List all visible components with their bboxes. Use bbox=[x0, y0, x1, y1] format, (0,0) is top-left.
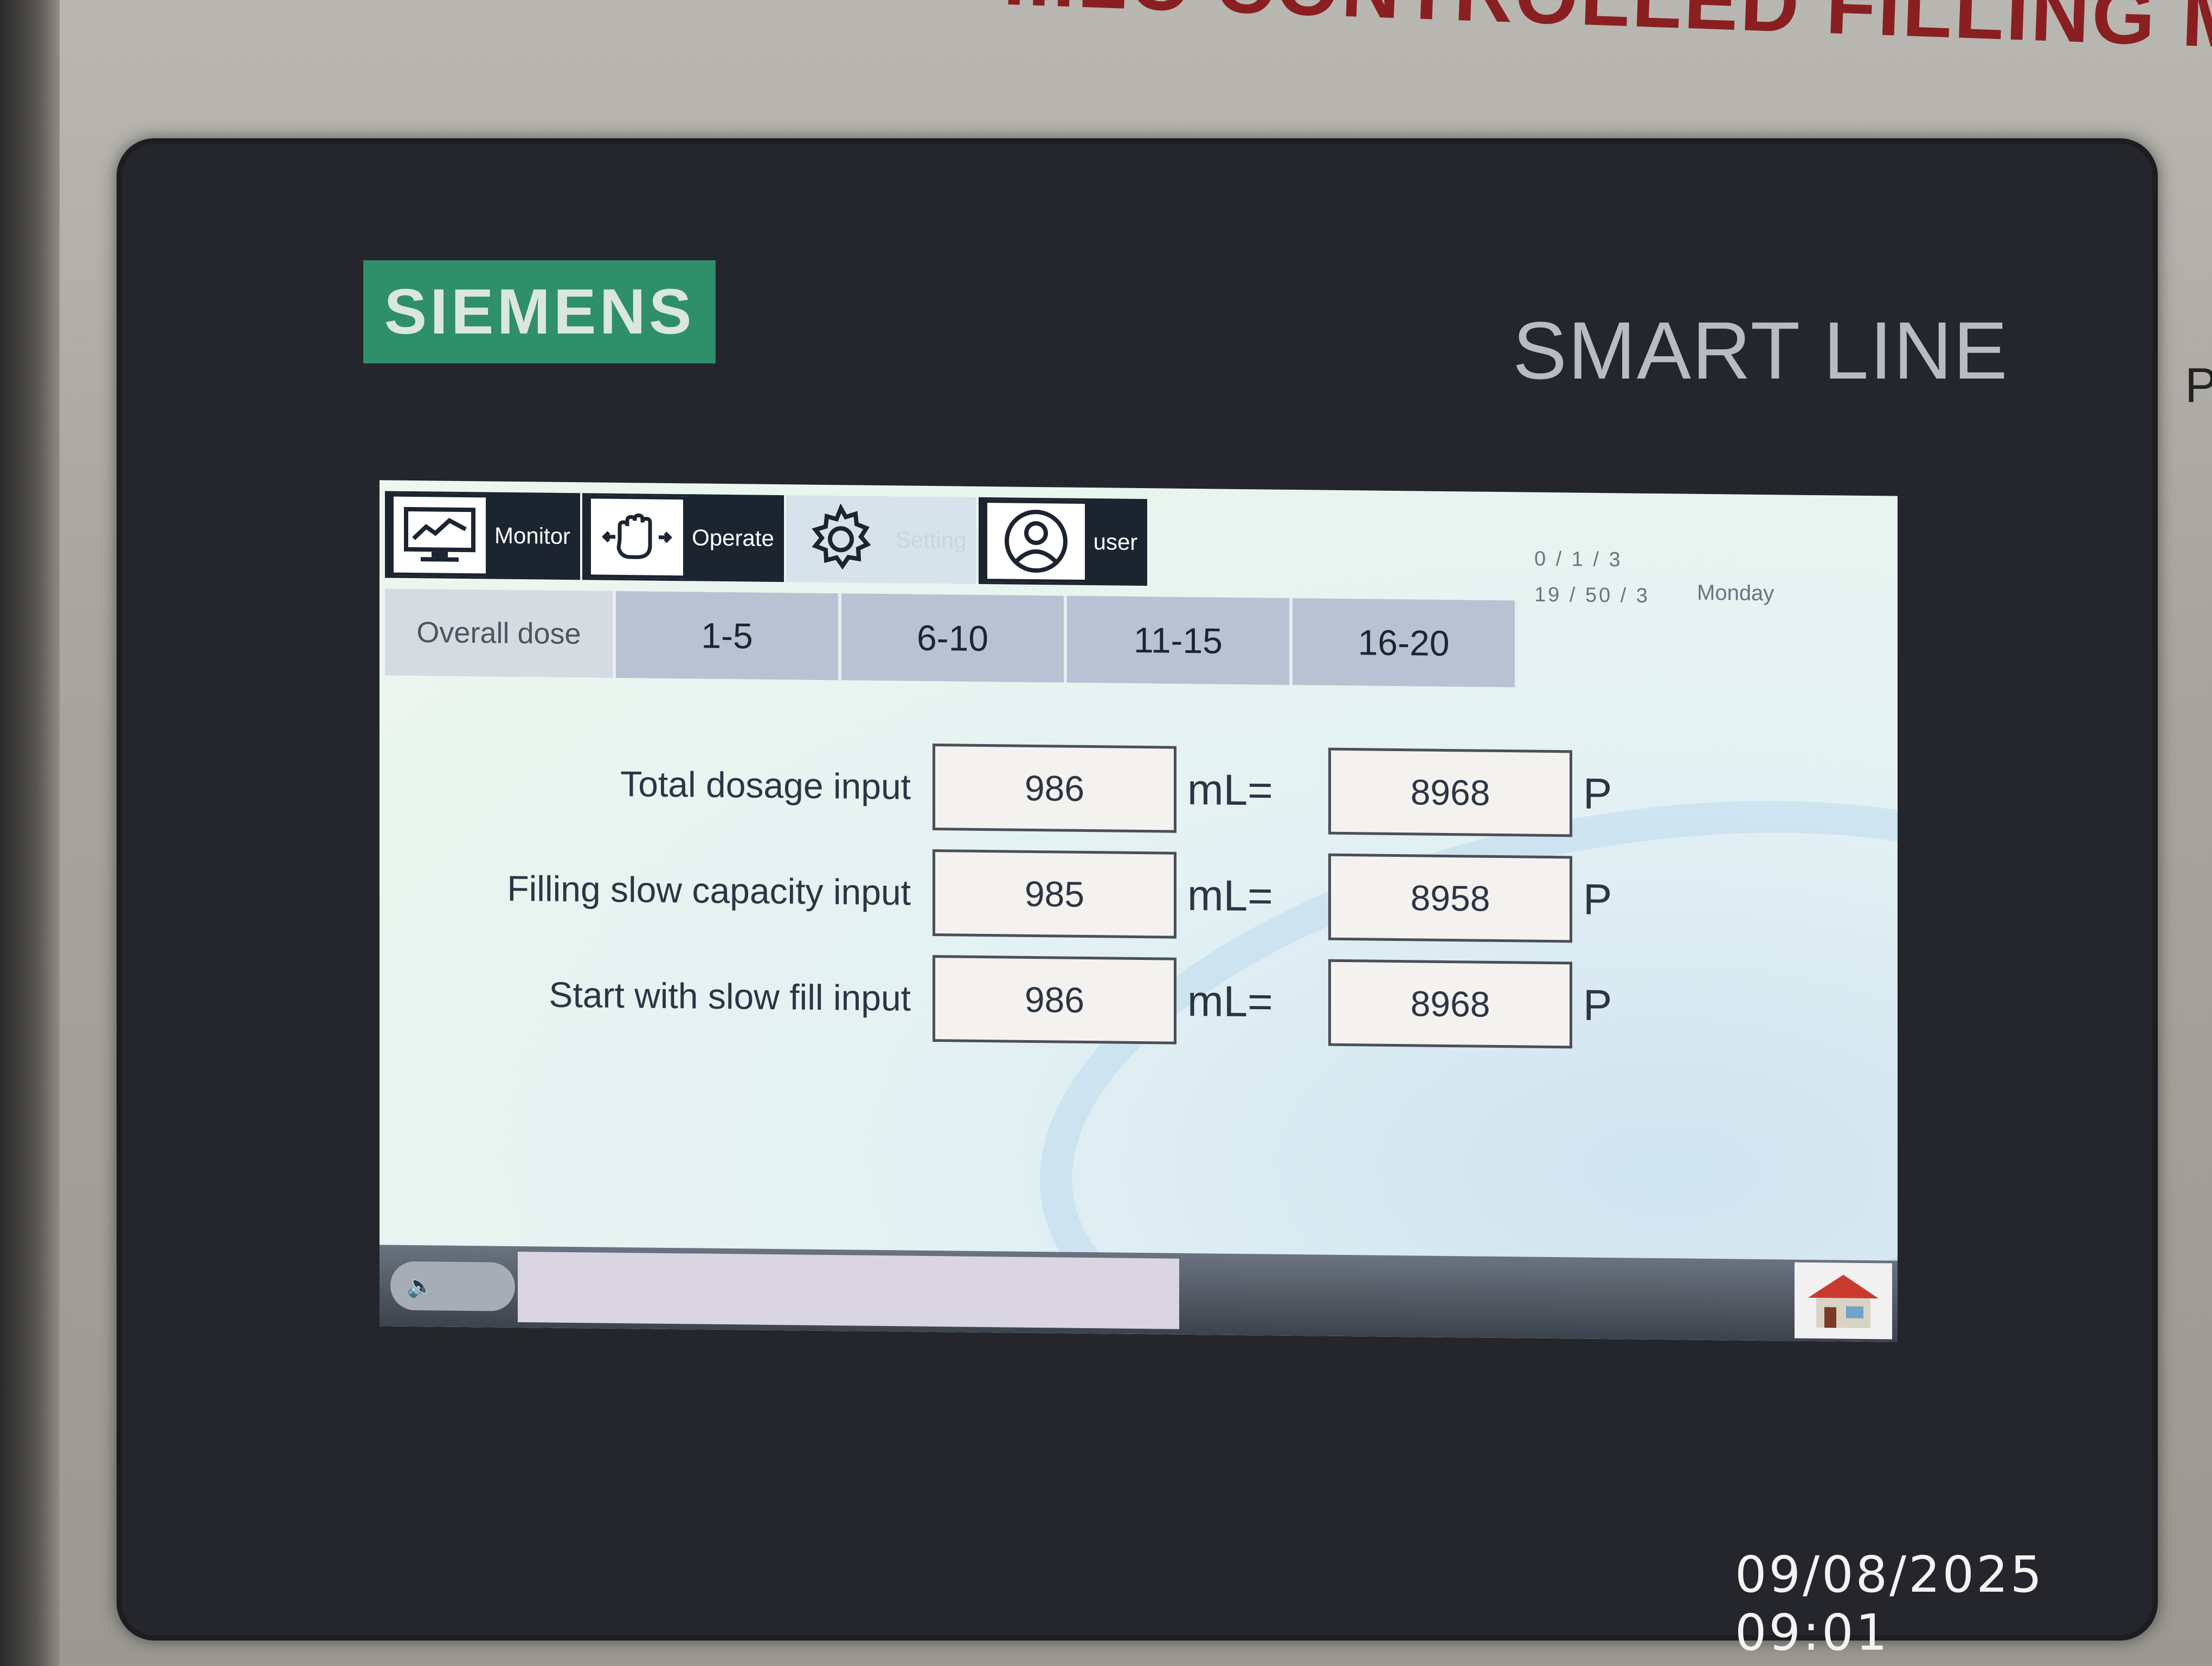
start-slow-fill-label: Start with slow fill input bbox=[549, 974, 911, 1018]
user-icon bbox=[983, 499, 1088, 584]
top-navigation: Monitor Operate Setting user bbox=[385, 491, 1149, 586]
p-unit-label: P bbox=[1583, 981, 1612, 1030]
row-total-dosage: Total dosage input 986 mL= 8968 P bbox=[380, 735, 1612, 840]
hmi-screen: Monitor Operate Setting user 0 / 1 / 3 1… bbox=[380, 480, 1898, 1342]
filling-slow-capacity-label: Filling slow capacity input bbox=[507, 868, 911, 913]
ml-unit-label: mL= bbox=[1187, 870, 1273, 920]
date-line: 0 / 1 / 3 bbox=[1534, 547, 1623, 572]
siemens-logo: SIEMENS bbox=[363, 260, 716, 363]
nav-user-label: user bbox=[1093, 529, 1138, 555]
tab-11-15[interactable]: 11-15 bbox=[1067, 595, 1293, 685]
home-button[interactable] bbox=[1795, 1262, 1892, 1340]
nav-setting-button[interactable]: Setting bbox=[786, 495, 976, 584]
weekday-label: Monday bbox=[1697, 580, 1774, 606]
tab-1-5[interactable]: 1-5 bbox=[616, 591, 841, 681]
monitor-chart-icon bbox=[390, 493, 489, 577]
ml-unit-label: mL= bbox=[1187, 976, 1273, 1026]
gear-icon bbox=[791, 497, 890, 581]
nav-operate-label: Operate bbox=[692, 524, 774, 551]
model-name: SMART LINE bbox=[1513, 305, 2009, 396]
ml-unit-label: mL= bbox=[1187, 765, 1273, 815]
machine-frame-edge bbox=[0, 0, 60, 1666]
nav-monitor-button[interactable]: Monitor bbox=[385, 491, 581, 580]
total-dosage-p-field[interactable]: 8968 bbox=[1328, 747, 1572, 837]
p-unit-label: P bbox=[1583, 875, 1612, 924]
row-filling-slow-capacity: Filling slow capacity input 985 mL= 8958… bbox=[380, 841, 1612, 946]
p-unit-label: P bbox=[1583, 769, 1612, 818]
status-bar: 🔈 bbox=[380, 1245, 1898, 1342]
row-start-slow-fill: Start with slow fill input 986 mL= 8968 … bbox=[380, 946, 1612, 1052]
start-slow-fill-ml-field[interactable]: 986 bbox=[933, 955, 1176, 1045]
home-icon bbox=[1808, 1274, 1879, 1329]
nav-setting-label: Setting bbox=[895, 527, 967, 553]
hand-icon bbox=[588, 495, 687, 579]
filling-slow-capacity-p-field[interactable]: 8958 bbox=[1328, 853, 1572, 943]
machine-nameplate: ...LC CONTROLLED FILLING MACH bbox=[1002, 0, 2212, 72]
tab-6-10[interactable]: 6-10 bbox=[841, 593, 1067, 683]
total-dosage-label: Total dosage input bbox=[620, 763, 911, 807]
photo-timestamp: 09/08/2025 09:01 bbox=[1735, 1546, 2044, 1662]
nav-operate-button[interactable]: Operate bbox=[582, 493, 784, 582]
tab-16-20[interactable]: 16-20 bbox=[1293, 598, 1518, 688]
start-slow-fill-p-field[interactable]: 8968 bbox=[1328, 959, 1572, 1049]
filling-slow-capacity-ml-field[interactable]: 985 bbox=[933, 849, 1176, 939]
dose-tabs: Overall dose 1-5 6-10 11-15 16-20 bbox=[385, 588, 1518, 688]
nav-monitor-label: Monitor bbox=[494, 522, 571, 549]
speaker-icon[interactable]: 🔈 bbox=[390, 1261, 515, 1311]
time-line: 19 / 50 / 3 bbox=[1534, 583, 1650, 607]
tab-overall-dose[interactable]: Overall dose bbox=[385, 588, 616, 678]
nav-user-button[interactable]: user bbox=[978, 497, 1148, 586]
message-box bbox=[518, 1252, 1179, 1329]
machine-edge-glyph: P bbox=[2185, 358, 2212, 413]
total-dosage-ml-field[interactable]: 986 bbox=[933, 744, 1176, 833]
datetime-display: 0 / 1 / 3 19 / 50 / 3 bbox=[1534, 541, 1650, 614]
